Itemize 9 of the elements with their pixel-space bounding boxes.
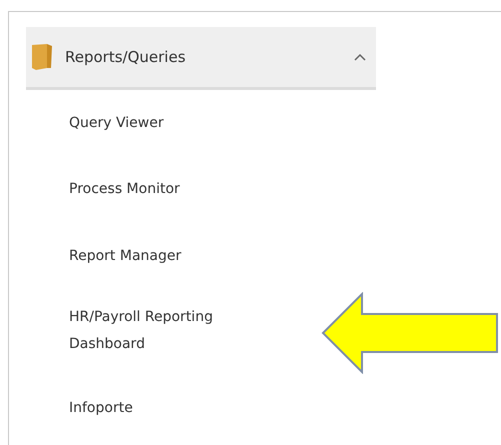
chevron-up-icon [354,53,366,61]
menu-link[interactable]: Infoporte [69,395,269,422]
section-title: Reports/Queries [65,46,186,68]
menu-link[interactable]: Report Manager [69,243,269,270]
menu-link[interactable]: Query Viewer [69,110,269,137]
section-header[interactable]: Reports/Queries [26,27,376,90]
menu-link[interactable]: HR/Payroll Reporting Dashboard [69,304,269,358]
menu-link[interactable]: Process Monitor [69,176,269,203]
folder-icon [31,43,53,71]
